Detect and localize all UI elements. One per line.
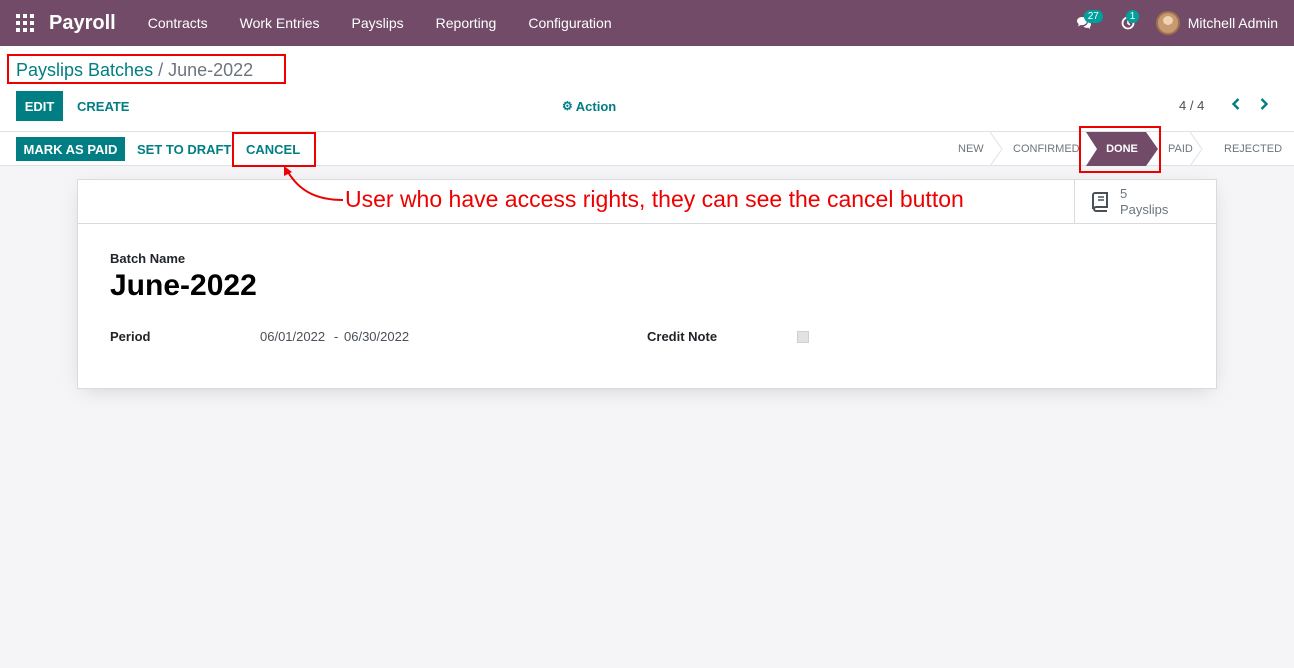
action-menu-button[interactable]: ⚙ Action [562,91,616,121]
stage-confirmed[interactable]: CONFIRMED [1013,132,1080,166]
annotation-text: User who have access rights, they can se… [345,186,964,212]
book-icon [1092,192,1108,212]
batch-name-label: Batch Name [110,251,186,266]
stage-rejected[interactable]: REJECTED [1224,132,1282,166]
period-start: 06/01/2022 [260,329,326,344]
period-label: Period [110,329,151,344]
menu-reporting[interactable]: Reporting [420,15,513,31]
payslips-smart-button[interactable]: 5 Payslips [1074,180,1216,224]
gear-icon: ⚙ [562,99,573,113]
done-stage-highlight-box [1079,126,1161,173]
chevron-right-icon[interactable] [1256,96,1272,112]
period-separator: - [334,329,339,344]
annotation-arrow [284,166,344,201]
payslips-count: 5 [1120,186,1128,201]
pager-value[interactable]: 4 / 4 [1179,98,1204,113]
user-menu[interactable]: Mitchell Admin [1155,11,1278,35]
stage-new[interactable]: NEW [958,132,984,166]
credit-note-checkbox[interactable] [797,331,809,343]
action-label: Action [575,98,617,114]
activities-button[interactable]: 1 [1106,0,1150,46]
activities-badge: 1 [1125,10,1140,23]
user-name: Mitchell Admin [1187,15,1278,31]
credit-note-label: Credit Note [647,329,718,344]
menu-configuration[interactable]: Configuration [512,15,627,31]
stage-paid[interactable]: PAID [1168,132,1193,166]
batch-name-value: June-2022 [110,269,257,302]
messages-button[interactable]: 27 [1062,0,1106,46]
chevron-left-icon[interactable] [1228,96,1244,112]
avatar [1155,11,1180,35]
payslips-label: Payslips [1120,202,1169,217]
period-end: 06/30/2022 [344,329,410,344]
messages-badge: 27 [1083,10,1103,23]
